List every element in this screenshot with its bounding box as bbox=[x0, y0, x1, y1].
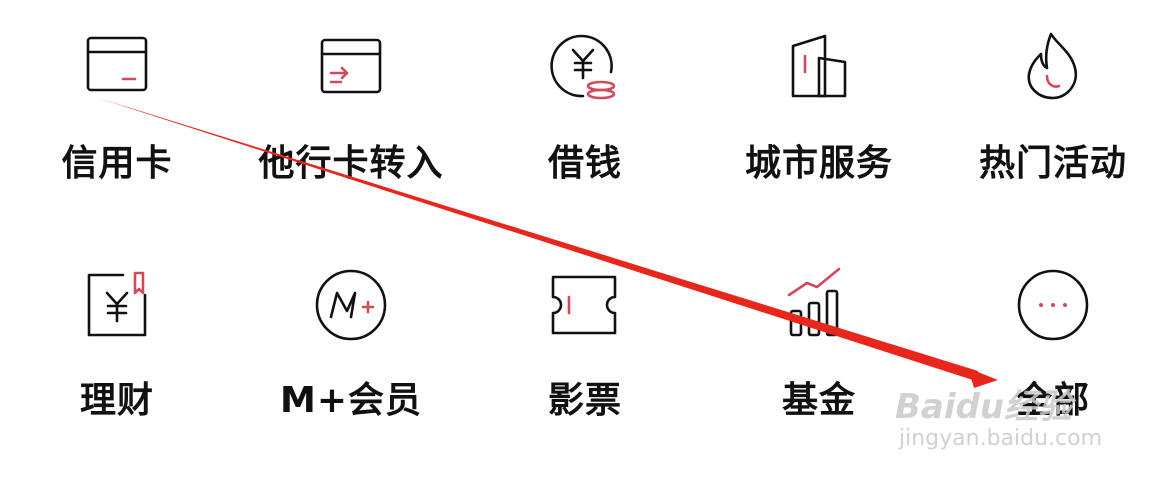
menu-item-label: 他行卡转入 bbox=[258, 143, 444, 184]
ticket-icon bbox=[545, 265, 625, 345]
rising-bars-icon bbox=[779, 265, 859, 345]
menu-item-movie-tickets[interactable]: 影票 bbox=[468, 265, 702, 445]
watermark: Baidu经验 jingyan.baidu.com bbox=[895, 388, 1102, 452]
menu-item-m-plus-membership[interactable]: M+会员 bbox=[234, 265, 468, 445]
menu-item-label: 城市服务 bbox=[744, 143, 893, 184]
menu-item-card-transfer-in[interactable]: 他行卡转入 bbox=[234, 28, 468, 208]
menu-item-label: 基金 bbox=[781, 380, 856, 421]
credit-card-icon bbox=[77, 28, 157, 108]
yuan-coin-icon bbox=[545, 28, 625, 108]
menu-item-credit-card[interactable]: 信用卡 bbox=[0, 28, 234, 208]
menu-item-hot-events[interactable]: 热门活动 bbox=[936, 28, 1170, 208]
menu-item-label: 借钱 bbox=[547, 143, 622, 184]
flame-icon bbox=[1013, 28, 1093, 108]
menu-item-label: M+会员 bbox=[280, 380, 422, 421]
menu-item-label: 影票 bbox=[547, 380, 622, 421]
more-dots-icon bbox=[1013, 265, 1093, 345]
menu-item-city-services[interactable]: 城市服务 bbox=[702, 28, 936, 208]
menu-item-wealth-management[interactable]: 理财 bbox=[0, 265, 234, 445]
watermark-url: jingyan.baidu.com bbox=[899, 426, 1103, 451]
menu-item-label: 信用卡 bbox=[61, 143, 173, 184]
menu-item-label: 热门活动 bbox=[978, 143, 1127, 184]
yuan-bookmark-icon bbox=[77, 265, 157, 345]
watermark-brand: Baidu经验 bbox=[895, 387, 1073, 427]
menu-item-borrow-money[interactable]: 借钱 bbox=[468, 28, 702, 208]
menu-item-label: 理财 bbox=[79, 380, 154, 421]
m-plus-icon bbox=[311, 265, 391, 345]
city-buildings-icon bbox=[779, 28, 859, 108]
card-transfer-in-icon bbox=[311, 28, 391, 108]
